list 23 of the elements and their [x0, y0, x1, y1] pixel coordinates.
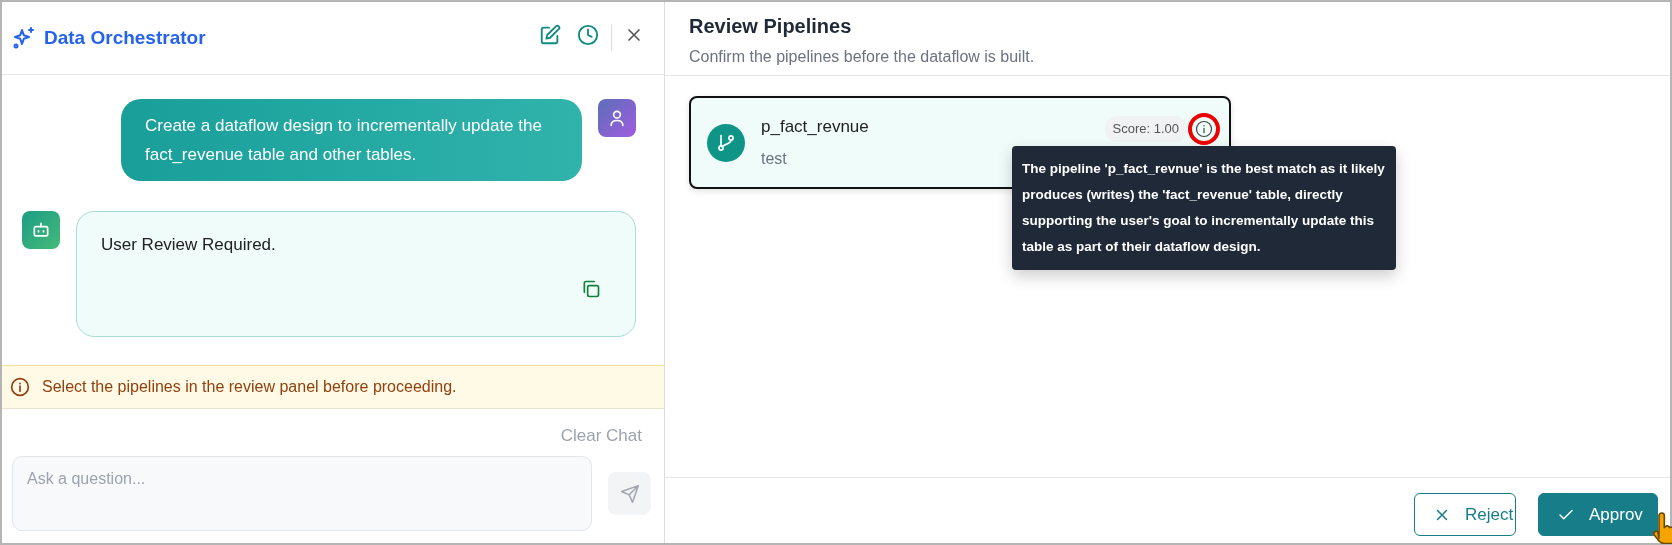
clear-chat-button[interactable]: Clear Chat [560, 422, 642, 448]
tooltip: The pipeline 'p_fact_revnue' is the best match as it likely produces (writes) the 'fact_revenue' table, directly supporting the user's goal to incrementally update this table as part of their dataflow design. [1012, 146, 1396, 270]
question-field[interactable]: Ask a question... [12, 456, 592, 531]
panel-title: Review Pipelines [689, 14, 853, 39]
info-icon[interactable] [1195, 119, 1213, 138]
copy-icon [581, 279, 601, 299]
clock-icon [577, 23, 599, 46]
score-label: Score: 1.00 [1104, 116, 1187, 142]
info-icon [10, 376, 30, 397]
warning-text: Select the pipelines in the review panel before proceeding. [42, 376, 457, 397]
bot-message: User Review Required. [101, 235, 276, 254]
app-title: Data Orchestrator [44, 25, 206, 50]
panel-subtitle: Confirm the pipelines before the dataflow is built. [689, 47, 1036, 67]
sparkle-icon [12, 26, 36, 50]
person-icon [607, 108, 627, 128]
pipeline-description: test [761, 149, 787, 170]
send-icon [619, 483, 640, 504]
branch-icon [716, 132, 736, 153]
pipeline-name: p_fact_revnue [761, 115, 869, 138]
robot-icon [31, 220, 51, 240]
user-message: Create a dataflow design to incrementally update the fact_revenue table and other tables. [121, 99, 582, 181]
edit-icon [539, 23, 561, 46]
reject-button[interactable]: Reject [1414, 493, 1516, 536]
